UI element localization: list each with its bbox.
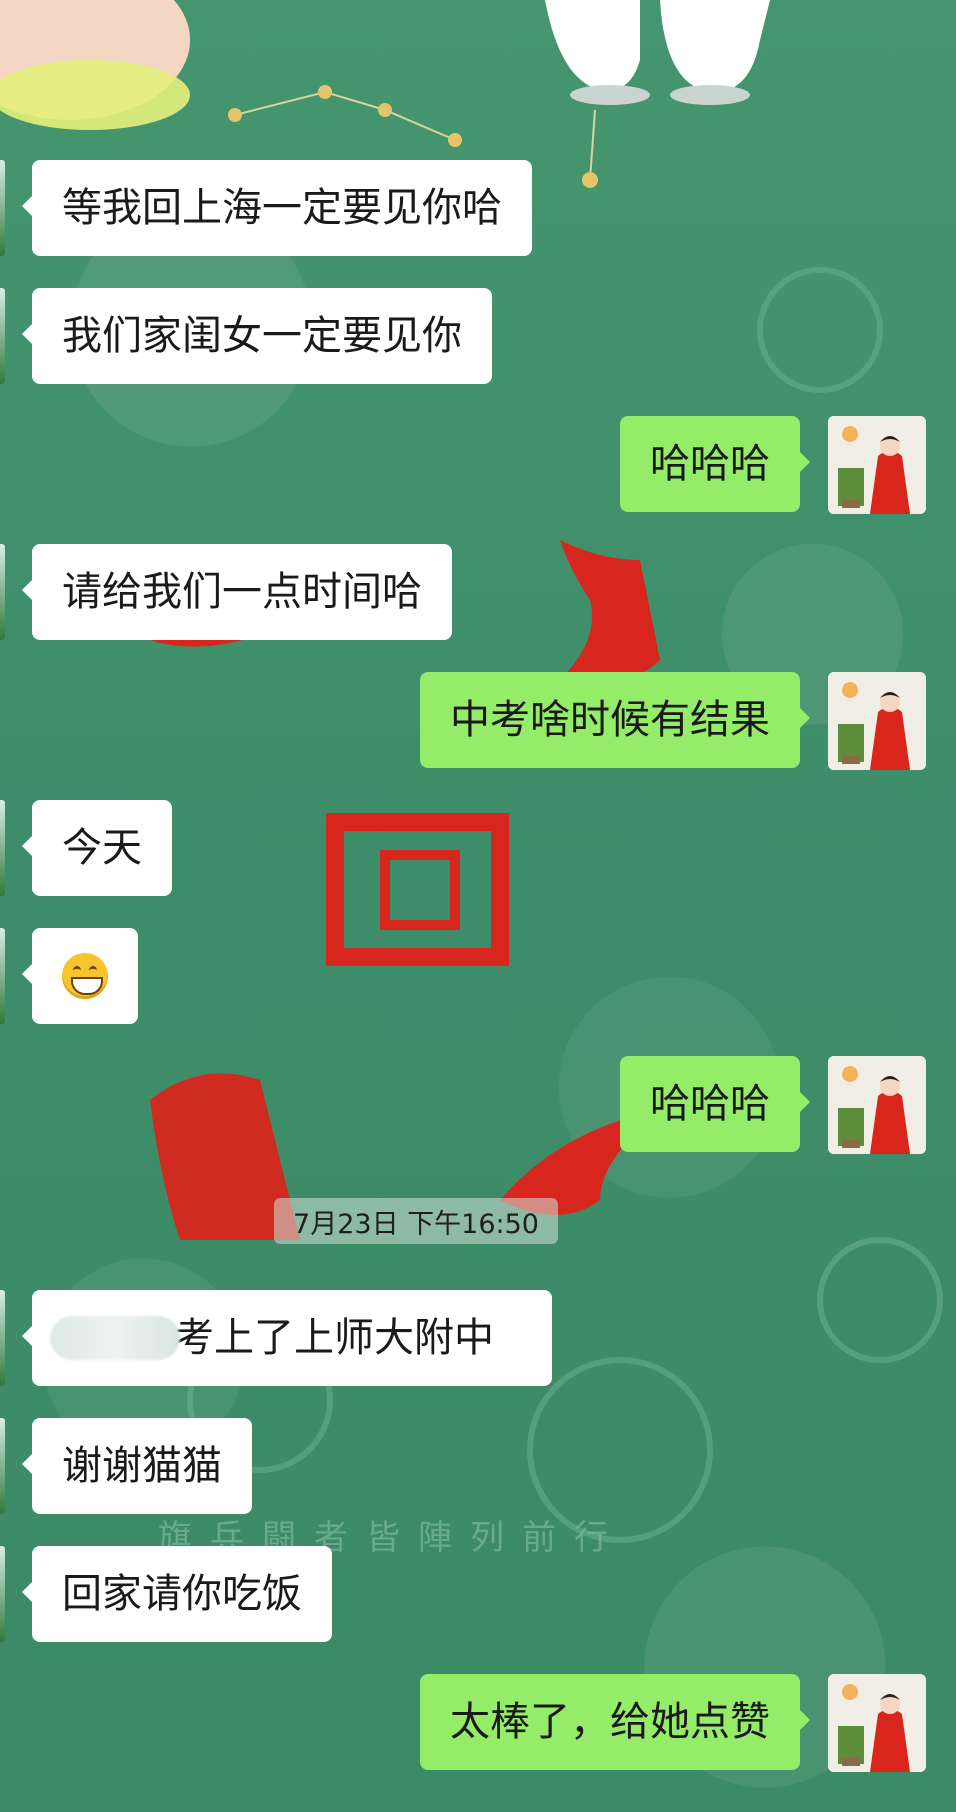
message-text: 回家请你吃饭 (62, 1571, 302, 1617)
contact-avatar[interactable] (0, 928, 5, 1024)
message-text: 考上了上师大附中 (174, 1315, 494, 1361)
avatar-image (828, 1674, 926, 1772)
contact-avatar[interactable] (0, 800, 5, 896)
contact-avatar[interactable] (0, 160, 5, 256)
message-bubble-incoming[interactable]: 谢谢猫猫 (22, 1418, 252, 1514)
message-bubble-outgoing[interactable]: 哈哈哈 (620, 1056, 810, 1152)
message-bubble-outgoing[interactable]: 中考啥时候有结果 (420, 672, 810, 768)
message-text: 中考啥时候有结果 (450, 697, 770, 743)
message-bubble-outgoing[interactable]: 哈哈哈 (620, 416, 810, 512)
my-avatar[interactable] (828, 1674, 926, 1772)
my-avatar[interactable] (828, 672, 926, 770)
message-text: 哈哈哈 (650, 441, 770, 487)
contact-avatar[interactable] (0, 288, 5, 384)
message-text: 太棒了，给她点赞 (450, 1699, 770, 1745)
message-text: 哈哈哈 (650, 1081, 770, 1127)
redacted-name (50, 1316, 180, 1360)
message-bubble-outgoing[interactable]: 太棒了，给她点赞 (420, 1674, 810, 1770)
message-bubble-incoming[interactable]: 等我回上海一定要见你哈 (22, 160, 532, 256)
chat-timestamp: 7月23日 下午16:50 (274, 1198, 558, 1244)
avatar-image (828, 1056, 926, 1154)
message-bubble-incoming[interactable]: 我们家闺女一定要见你 (22, 288, 492, 384)
contact-avatar[interactable] (0, 1290, 5, 1386)
my-avatar[interactable] (828, 416, 926, 514)
message-text: 谢谢猫猫 (62, 1443, 222, 1489)
avatar-image (828, 416, 926, 514)
message-bubble-incoming[interactable]: 考上了上师大附中 (22, 1290, 552, 1386)
message-text: 今天 (62, 825, 142, 871)
message-bubble-incoming[interactable] (22, 928, 138, 1024)
grinning-face-icon (62, 953, 108, 999)
message-text: 请给我们一点时间哈 (62, 569, 422, 615)
message-text: 等我回上海一定要见你哈 (62, 185, 502, 231)
message-bubble-incoming[interactable]: 今天 (22, 800, 172, 896)
contact-avatar[interactable] (0, 1418, 5, 1514)
avatar-image (828, 672, 926, 770)
contact-avatar[interactable] (0, 1546, 5, 1642)
message-bubble-incoming[interactable]: 请给我们一点时间哈 (22, 544, 452, 640)
my-avatar[interactable] (828, 1056, 926, 1154)
contact-avatar[interactable] (0, 544, 5, 640)
message-text: 我们家闺女一定要见你 (62, 313, 462, 359)
message-bubble-incoming[interactable]: 回家请你吃饭 (22, 1546, 332, 1642)
